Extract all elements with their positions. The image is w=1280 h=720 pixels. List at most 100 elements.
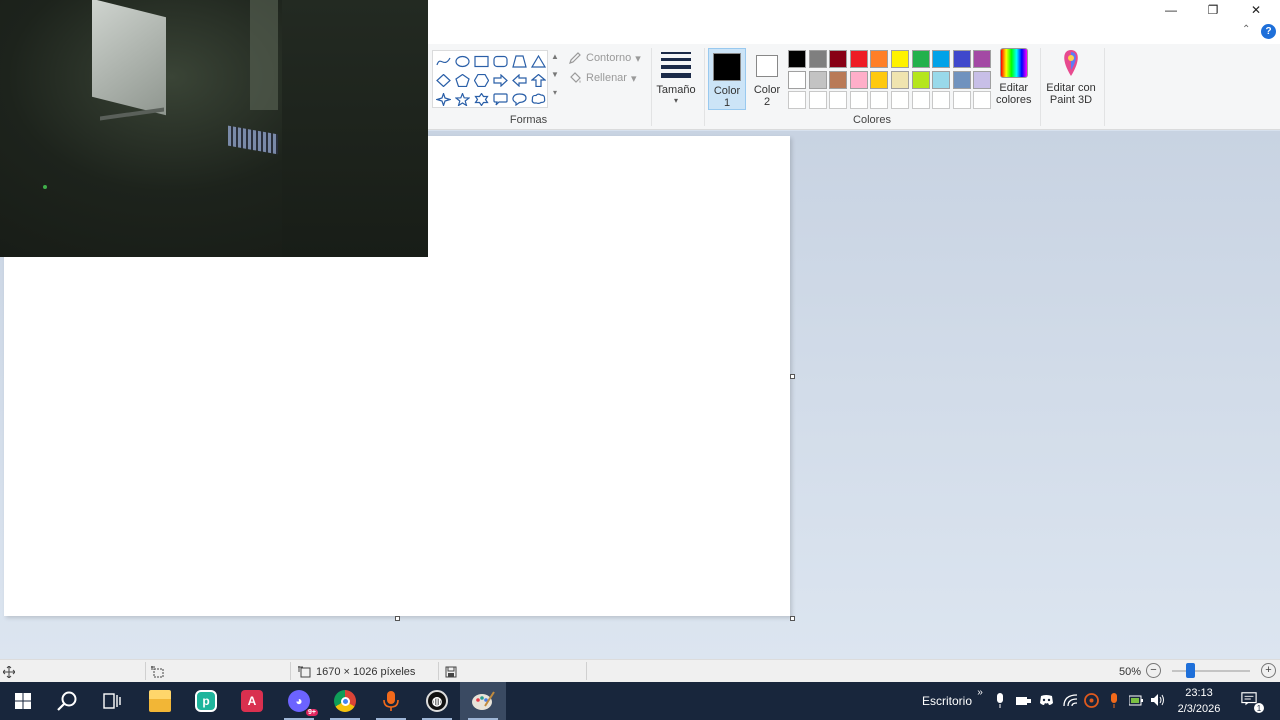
color2-number: 2 [763, 96, 771, 108]
up-arrow-shape-icon[interactable] [529, 71, 547, 89]
palette-color-swatch[interactable] [973, 70, 992, 89]
right-arrow-shape-icon[interactable] [491, 71, 509, 89]
help-icon[interactable]: ? [1261, 24, 1276, 39]
palette-color-swatch[interactable] [911, 91, 930, 109]
battery-tray-icon[interactable] [1128, 692, 1144, 708]
discord-tray-icon[interactable] [1038, 692, 1054, 708]
fill-dropdown[interactable]: Rellenar ▾ [568, 68, 637, 88]
diamond-shape-icon[interactable] [434, 71, 452, 89]
minimize-button[interactable]: — [1148, 0, 1194, 20]
oval-shape-icon[interactable] [453, 52, 471, 70]
palette-color-swatch[interactable] [973, 50, 992, 68]
rectangle-shape-icon[interactable] [472, 52, 490, 70]
line-size-icon [661, 52, 691, 82]
palette-color-swatch[interactable] [808, 91, 827, 109]
notification-center-icon[interactable]: 1 [1241, 691, 1264, 713]
shapes-scroll-up-icon[interactable]: ▲ [549, 52, 561, 70]
paint-button[interactable] [460, 682, 506, 720]
color1-swatch [713, 53, 741, 81]
resize-handle-bottom[interactable] [395, 616, 400, 621]
left-arrow-shape-icon[interactable] [510, 71, 528, 89]
palette-color-swatch[interactable] [788, 50, 806, 68]
chrome-button[interactable] [322, 682, 368, 720]
four-point-star-shape-icon[interactable] [434, 90, 452, 108]
palette-color-swatch[interactable] [870, 70, 889, 89]
zoom-slider-thumb[interactable] [1186, 663, 1195, 678]
palette-color-swatch[interactable] [849, 50, 868, 68]
polygon-shape-icon[interactable] [510, 52, 528, 70]
outline-dropdown[interactable]: Contorno ▾ [568, 48, 641, 68]
zoom-in-button[interactable]: + [1261, 663, 1276, 678]
palette-color-swatch[interactable] [891, 50, 909, 68]
color1-button[interactable]: Color 1 [708, 48, 746, 110]
six-point-star-shape-icon[interactable] [472, 90, 490, 108]
task-view-button[interactable] [89, 682, 135, 720]
pentagon-shape-icon[interactable] [453, 71, 471, 89]
webcam-led [43, 185, 47, 189]
microphone-tray-icon[interactable] [992, 692, 1008, 708]
palette-color-swatch[interactable] [849, 91, 868, 109]
palette-color-swatch[interactable] [829, 91, 848, 109]
oval-callout-shape-icon[interactable] [510, 90, 528, 108]
collapse-ribbon-icon[interactable]: ⌃ [1242, 24, 1250, 35]
zoom-percentage: 50% [1119, 666, 1142, 678]
usb-tray-icon[interactable] [1015, 692, 1031, 708]
group-separator [651, 48, 652, 126]
system-clock[interactable]: 23:13 2/3/2026 [1172, 685, 1226, 717]
zoom-out-button[interactable]: − [1146, 663, 1161, 678]
shapes-more-icon[interactable]: ▾ [549, 88, 561, 106]
palette-color-swatch[interactable] [952, 91, 971, 109]
palette-color-swatch[interactable] [973, 91, 992, 109]
triangle-shape-icon[interactable] [529, 52, 547, 70]
obs-button[interactable]: ◍ [414, 682, 460, 720]
toolbar-expand-icon[interactable]: » [972, 684, 988, 700]
palette-color-swatch[interactable] [911, 50, 930, 68]
cloud-callout-shape-icon[interactable] [529, 90, 547, 108]
five-point-star-shape-icon[interactable] [453, 90, 471, 108]
palette-color-swatch[interactable] [952, 70, 971, 89]
edit-with-paint3d-button[interactable]: Editar con Paint 3D [1044, 48, 1098, 106]
rounded-rectangle-shape-icon[interactable] [491, 52, 509, 70]
palette-color-swatch[interactable] [932, 70, 951, 89]
voice-recorder-button[interactable] [368, 682, 414, 720]
app-red-button[interactable]: A [229, 682, 275, 720]
obs-tray-icon[interactable] [1083, 692, 1099, 708]
palette-color-swatch[interactable] [808, 70, 827, 89]
curve-shape-icon[interactable] [434, 52, 452, 70]
file-explorer-button[interactable] [137, 682, 183, 720]
webcam-keyboard [228, 125, 278, 155]
hexagon-shape-icon[interactable] [472, 71, 490, 89]
palette-color-swatch[interactable] [788, 91, 806, 109]
zoom-slider-track[interactable] [1172, 670, 1250, 672]
maximize-button[interactable]: ❐ [1190, 0, 1236, 20]
palette-color-swatch[interactable] [870, 50, 889, 68]
palette-color-swatch[interactable] [829, 50, 848, 68]
palette-color-swatch[interactable] [849, 70, 868, 89]
search-button[interactable] [44, 682, 90, 720]
size-button[interactable]: Tamaño ▾ [654, 48, 698, 110]
palette-color-swatch[interactable] [911, 70, 930, 89]
color2-button[interactable]: Color 2 [748, 48, 786, 110]
palette-color-swatch[interactable] [932, 50, 951, 68]
palette-color-swatch[interactable] [891, 70, 909, 89]
mic-recording-tray-icon[interactable] [1106, 692, 1122, 708]
volume-tray-icon[interactable] [1150, 692, 1166, 708]
resize-handle-right[interactable] [790, 374, 795, 379]
palette-color-swatch[interactable] [829, 70, 848, 89]
palette-color-swatch[interactable] [870, 91, 889, 109]
start-button[interactable] [0, 682, 46, 720]
shapes-scroll-down-icon[interactable]: ▼ [549, 70, 561, 88]
app-green-button[interactable]: p [183, 682, 229, 720]
palette-color-swatch[interactable] [891, 91, 909, 109]
rounded-callout-shape-icon[interactable] [491, 90, 509, 108]
resize-handle-corner[interactable] [790, 616, 795, 621]
desktop-toolbar-label[interactable]: Escritorio [922, 682, 972, 720]
palette-color-swatch[interactable] [952, 50, 971, 68]
close-button[interactable]: ✕ [1233, 0, 1279, 20]
palette-color-swatch[interactable] [788, 70, 806, 89]
palette-color-swatch[interactable] [932, 91, 951, 109]
edit-colors-button[interactable]: Editar colores [996, 48, 1031, 106]
discord-button[interactable]: ◕ 9+ [276, 682, 322, 720]
wifi-tray-icon[interactable] [1062, 692, 1078, 708]
palette-color-swatch[interactable] [808, 50, 827, 68]
